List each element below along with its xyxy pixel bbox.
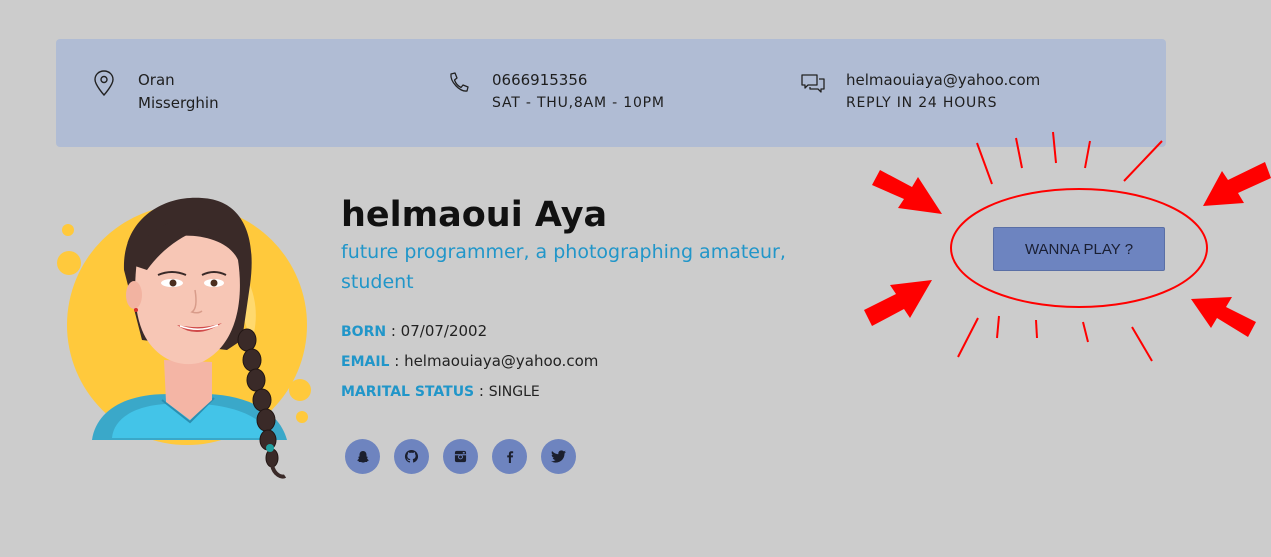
arrow-top-left bbox=[872, 170, 942, 214]
red-annotation bbox=[864, 131, 1271, 362]
arrow-bottom-right bbox=[1191, 297, 1256, 337]
arrow-bottom-left bbox=[864, 280, 932, 326]
arrow-top-right bbox=[1203, 162, 1271, 206]
wanna-play-button[interactable]: WANNA PLAY ? bbox=[993, 227, 1165, 271]
